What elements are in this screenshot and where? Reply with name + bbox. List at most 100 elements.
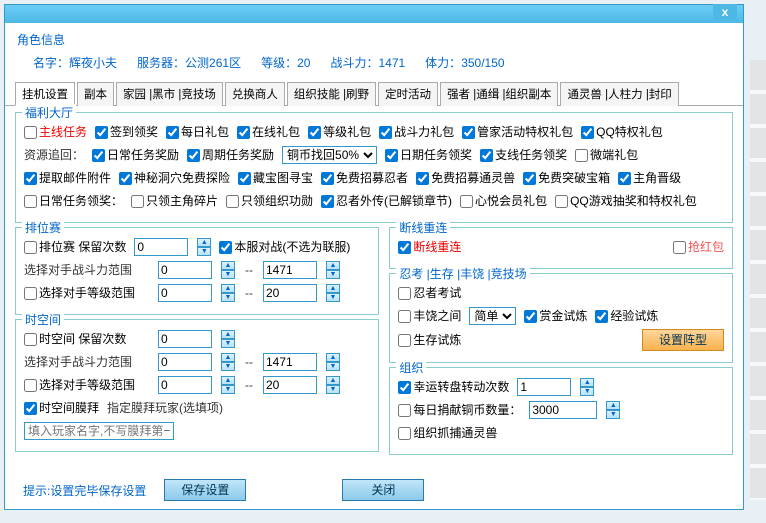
- footer: 提示:设置完毕保存设置 保存设置 关闭: [5, 479, 743, 501]
- close-button-footer[interactable]: 关闭: [342, 479, 424, 501]
- name-label: 名字：: [33, 56, 69, 70]
- worship-input[interactable]: [24, 422, 174, 440]
- set-formation-button[interactable]: 设置阵型: [642, 329, 724, 351]
- tab-exchange[interactable]: 兑换商人: [225, 82, 285, 106]
- wechat-gift-checkbox[interactable]: 微端礼包: [575, 145, 638, 165]
- free-box-checkbox[interactable]: 免费突破宝箱: [523, 168, 610, 188]
- redpacket-checkbox[interactable]: 抢红包: [673, 237, 724, 257]
- rank-level-checkbox[interactable]: 选择对手等级范围: [24, 283, 150, 303]
- online-gift-checkbox[interactable]: 在线礼包: [237, 122, 300, 142]
- fengrao-select[interactable]: 简单: [469, 307, 516, 325]
- power-label: 战斗力：: [330, 56, 378, 70]
- reconnect-group: 断线重连 断线重连 抢红包: [389, 227, 733, 269]
- welfare-group: 福利大厅 主线任务 签到领奖 每日礼包 在线礼包 等级礼包 战斗力礼包 管家活动…: [15, 112, 733, 223]
- tab-org-skill[interactable]: 组织技能 |刷野: [287, 82, 376, 106]
- stamina-label: 体力：: [425, 56, 461, 70]
- mail-checkbox[interactable]: 提取邮件附件: [24, 168, 111, 188]
- space-level-hi[interactable]: [263, 376, 317, 394]
- resource-label: 资源追回：: [24, 145, 84, 165]
- rank-level-hi[interactable]: [263, 284, 317, 302]
- space-combat-label: 选择对手战斗力范围: [24, 352, 150, 372]
- space-keep-input[interactable]: [158, 330, 212, 348]
- free-beast-checkbox[interactable]: 免费招募通灵兽: [416, 168, 515, 188]
- space-level-lo[interactable]: [158, 376, 212, 394]
- tab-dungeon[interactable]: 副本: [77, 82, 114, 106]
- tab-home[interactable]: 家园 |黑市 |竞技场: [116, 82, 223, 106]
- space-combat-lo[interactable]: [158, 353, 212, 371]
- tabs: 挂机设置 副本 家园 |黑市 |竞技场 兑换商人 组织技能 |刷野 定时活动 强…: [5, 81, 743, 106]
- rank-keep-checkbox[interactable]: 排位赛 保留次数: [24, 237, 126, 257]
- cave-checkbox[interactable]: 神秘洞穴免费探险: [119, 168, 230, 188]
- character-info: 角色信息 名字：辉夜小夫 服务器：公测261区 等级：20 战斗力：1471 体…: [5, 23, 743, 81]
- wheel-input[interactable]: [517, 378, 571, 396]
- catch-checkbox[interactable]: 组织抓捕通灵兽: [398, 423, 497, 443]
- daily-claim-checkbox[interactable]: 日期任务领奖: [385, 145, 472, 165]
- server-label: 服务器：: [137, 56, 185, 70]
- level-value: 20: [297, 56, 310, 70]
- reconnect-title: 断线重连: [396, 219, 450, 236]
- worship-checkbox[interactable]: 时空间膜拜: [24, 398, 99, 418]
- name-value: 辉夜小夫: [69, 56, 117, 70]
- space-keep-checkbox[interactable]: 时空间 保留次数: [24, 329, 150, 349]
- xinyue-checkbox[interactable]: 心悦会员礼包: [460, 191, 547, 211]
- level-gift-checkbox[interactable]: 等级礼包: [308, 122, 371, 142]
- rank-combat-hi[interactable]: [263, 261, 317, 279]
- donate-checkbox[interactable]: 每日捐献铜币数量：: [398, 400, 521, 420]
- signin-checkbox[interactable]: 签到领奖: [95, 122, 158, 142]
- org-title: 组织: [396, 359, 426, 376]
- spin-down[interactable]: ▼: [197, 247, 211, 256]
- rank-combat-lo[interactable]: [158, 261, 212, 279]
- rank-group: 排位赛 排位赛 保留次数 ▲▼ 本服对战(不选为联服) 选择对手战斗力范围 ▲▼…: [15, 227, 379, 315]
- exp-checkbox[interactable]: 经验试炼: [595, 306, 658, 326]
- butler-checkbox[interactable]: 管家活动特权礼包: [462, 122, 573, 142]
- free-ninja-checkbox[interactable]: 免费招募忍者: [321, 168, 408, 188]
- server-value: 公测261区: [185, 56, 241, 70]
- combat-gift-checkbox[interactable]: 战斗力礼包: [379, 122, 454, 142]
- tab-beast[interactable]: 通灵兽 |人柱力 |封印: [560, 82, 678, 106]
- daily-chain-checkbox[interactable]: 日常任务领奖：: [24, 191, 123, 211]
- trials-title: 忍考 |生存 |丰饶 |竞技场: [396, 265, 529, 282]
- tab-timed[interactable]: 定时活动: [378, 82, 438, 106]
- survival-checkbox[interactable]: 生存试炼: [398, 330, 461, 350]
- spin-up[interactable]: ▲: [197, 238, 211, 247]
- org-group: 组织 幸运转盘转动次数 ▲▼ 每日捐献铜币数量： ▲▼ 组织抓捕通灵兽: [389, 367, 733, 455]
- main-quest-checkbox[interactable]: 主线任务: [24, 122, 87, 142]
- branch-claim-checkbox[interactable]: 支线任务领奖: [480, 145, 567, 165]
- bounty-checkbox[interactable]: 赏金试炼: [524, 306, 587, 326]
- lord-frag-checkbox[interactable]: 只领主角碎片: [131, 191, 218, 211]
- daily-gift-checkbox[interactable]: 每日礼包: [166, 122, 229, 142]
- char-info-title: 角色信息: [17, 31, 731, 48]
- close-button[interactable]: x: [713, 4, 737, 20]
- treasure-checkbox[interactable]: 藏宝图寻宝: [238, 168, 313, 188]
- ninja-extra-checkbox[interactable]: 忍者外传(已解锁章节): [321, 191, 452, 211]
- welfare-title: 福利大厅: [22, 104, 76, 121]
- rank-local-checkbox[interactable]: 本服对战(不选为联服): [219, 237, 350, 257]
- titlebar: x: [5, 5, 743, 23]
- qq-lottery-checkbox[interactable]: QQ游戏抽奖和特权礼包: [555, 191, 697, 211]
- daily-reward-checkbox[interactable]: 日常任务奖励: [92, 145, 179, 165]
- worship-target-label: 指定膜拜玩家(选填项): [107, 398, 223, 418]
- rank-title: 排位赛: [22, 219, 64, 236]
- ninja-exam-checkbox[interactable]: 忍者考试: [398, 283, 461, 303]
- stamina-value: 350/150: [461, 56, 504, 70]
- weekly-reward-checkbox[interactable]: 周期任务奖励: [187, 145, 274, 165]
- trials-group: 忍考 |生存 |丰饶 |竞技场 忍者考试 丰饶之间 简单 赏金试炼 经验试炼 生…: [389, 273, 733, 363]
- fengrao-checkbox[interactable]: 丰饶之间: [398, 306, 461, 326]
- hero-promo-checkbox[interactable]: 主角晋级: [618, 168, 681, 188]
- org-merit-checkbox[interactable]: 只领组织功勋: [226, 191, 313, 211]
- level-label: 等级：: [261, 56, 297, 70]
- donate-input[interactable]: [529, 401, 597, 419]
- qq-priv-checkbox[interactable]: QQ特权礼包: [581, 122, 663, 142]
- reconnect-checkbox[interactable]: 断线重连: [398, 237, 461, 257]
- coin-recover-select[interactable]: 铜币找回50%: [282, 146, 377, 164]
- main-panel: x 角色信息 名字：辉夜小夫 服务器：公测261区 等级：20 战斗力：1471…: [4, 4, 744, 510]
- rank-keep-input[interactable]: [134, 238, 188, 256]
- footer-hint: 提示:设置完毕保存设置: [23, 482, 146, 499]
- space-level-checkbox[interactable]: 选择对手等级范围: [24, 375, 150, 395]
- save-button[interactable]: 保存设置: [164, 479, 246, 501]
- wheel-checkbox[interactable]: 幸运转盘转动次数: [398, 377, 509, 397]
- rank-level-lo[interactable]: [158, 284, 212, 302]
- tab-idle-settings[interactable]: 挂机设置: [15, 82, 75, 106]
- tab-strong[interactable]: 强者 |通缉 |组织副本: [440, 82, 558, 106]
- space-combat-hi[interactable]: [263, 353, 317, 371]
